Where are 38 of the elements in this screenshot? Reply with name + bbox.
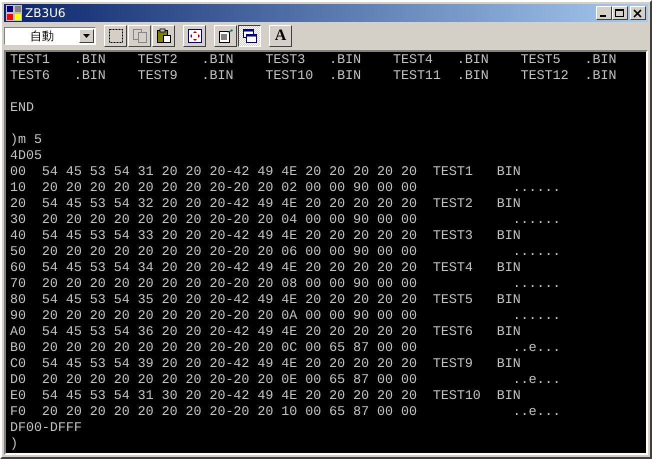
console-line: )	[10, 436, 18, 452]
console-line: )m 5	[10, 132, 42, 148]
console-line: TEST1 .BIN TEST2 .BIN TEST3 .BIN TEST4 .BIN TEST5 .BIN	[10, 52, 616, 68]
mark-button[interactable]	[104, 25, 127, 47]
console-line: 70 20 20 20 20 20 20 20 20-20 20 08 00 00 90 00 00 ......	[10, 276, 561, 292]
font-button[interactable]: A	[269, 25, 292, 47]
console-line: 30 20 20 20 20 20 20 20 20-20 20 04 00 00 90 00 00 ......	[10, 212, 561, 228]
window-title: ZB3U6	[25, 6, 66, 20]
close-icon	[633, 8, 643, 18]
console-line: F0 20 20 20 20 20 20 20 20-20 20 10 00 65 87 00 00 ..e...	[10, 404, 561, 420]
fullscreen-button[interactable]	[183, 25, 206, 47]
console-line: 60 54 45 53 54 34 20 20 20-42 49 4E 20 20 20 20 20 TEST4 BIN	[10, 260, 521, 276]
console-line: 20 54 45 53 54 32 20 20 20-42 49 4E 20 20 20 20 20 TEST2 BIN	[10, 196, 521, 212]
console-line: TEST6 .BIN TEST9 .BIN TEST10 .BIN TEST11 .BIN TEST12 .BIN	[10, 68, 616, 84]
console-line: 00 54 45 53 54 31 20 20 20-42 49 4E 20 20 20 20 20 TEST1 BIN	[10, 164, 521, 180]
console-line: DF00-DFFF	[10, 420, 82, 436]
maximize-button[interactable]	[612, 6, 628, 20]
app-icon	[6, 5, 22, 21]
console-line: 50 20 20 20 20 20 20 20 20-20 20 06 00 00 90 00 00 ......	[10, 244, 561, 260]
console-line: END	[10, 100, 34, 116]
console-line: E0 54 45 53 54 31 30 20 20-42 49 4E 20 20 20 20 20 TEST10 BIN	[10, 388, 521, 404]
console-line: 10 20 20 20 20 20 20 20 20-20 20 02 00 00 90 00 00 ......	[10, 180, 561, 196]
caret-icon	[83, 34, 90, 38]
maximize-icon	[615, 8, 625, 18]
console-line: B0 20 20 20 20 20 20 20 20-20 20 0C 00 65 87 00 00 ..e...	[10, 340, 561, 356]
paste-button[interactable]	[152, 25, 175, 47]
console-line: 4D05	[10, 148, 42, 164]
console-line: C0 54 45 53 54 39 20 20 20-42 49 4E 20 20 20 20 20 TEST9 BIN	[10, 356, 521, 372]
console-line: D0 20 20 20 20 20 20 20 20-20 20 0E 00 65 87 00 00 ..e...	[10, 372, 561, 388]
close-button[interactable]	[630, 6, 646, 20]
minimize-icon	[600, 15, 606, 17]
console-line: 80 54 45 53 54 35 20 20 20-42 49 4E 20 20 20 20 20 TEST5 BIN	[10, 292, 521, 308]
properties-button[interactable]	[214, 25, 237, 47]
font-size-dropdown[interactable]: 自動	[4, 27, 96, 45]
minimize-button[interactable]	[596, 6, 612, 20]
console-line: 90 20 20 20 20 20 20 20 20-20 20 0A 00 00 90 00 00 ......	[10, 308, 561, 324]
console-line: A0 54 45 53 54 36 20 20 20-42 49 4E 20 20 20 20 20 TEST6 BIN	[10, 324, 521, 340]
console-line: 40 54 45 53 54 33 20 20 20-42 49 4E 20 20 20 20 20 TEST3 BIN	[10, 228, 521, 244]
